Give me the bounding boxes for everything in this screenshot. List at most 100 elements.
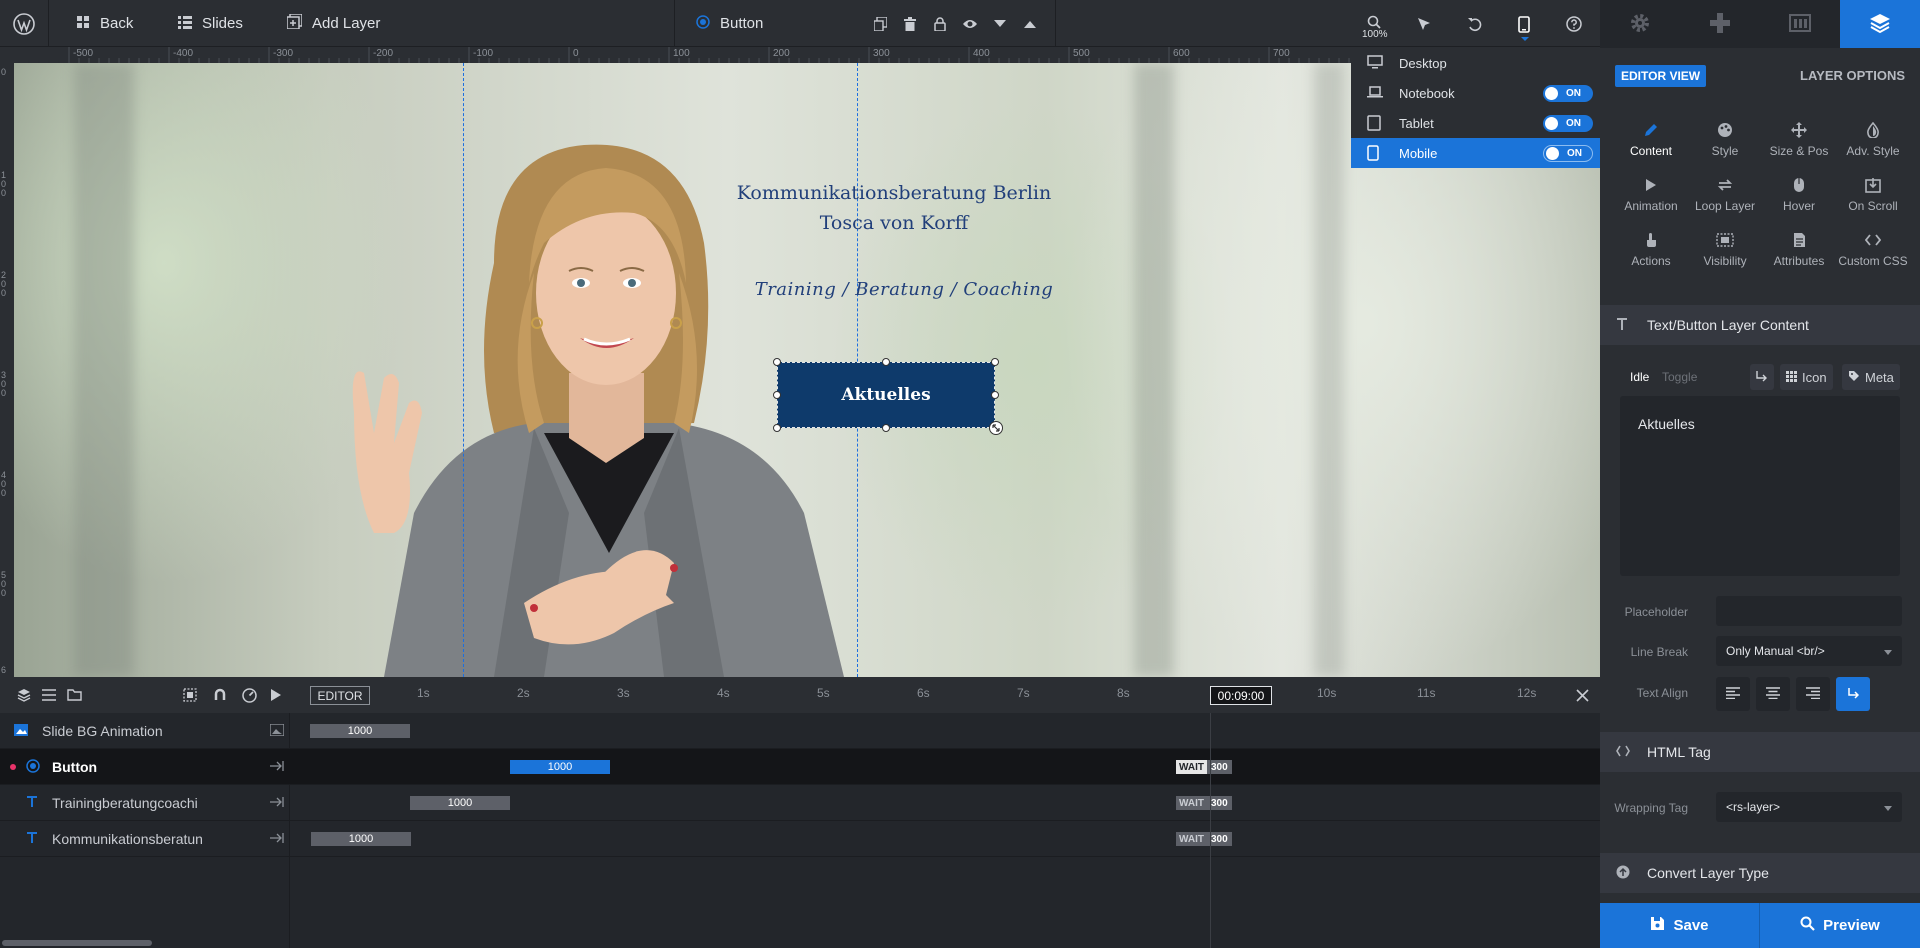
playhead-time[interactable]: 00:09:00 bbox=[1210, 686, 1272, 705]
wrapping-tag-select[interactable]: <rs-layer> bbox=[1716, 792, 1902, 822]
resize-handle[interactable] bbox=[991, 391, 999, 399]
animation-bar[interactable]: 1000 bbox=[510, 760, 610, 774]
resize-handle[interactable] bbox=[773, 424, 781, 432]
option-visibility[interactable]: Visibility bbox=[1688, 230, 1762, 280]
selected-layer[interactable]: Button bbox=[696, 0, 763, 47]
playhead-line[interactable] bbox=[1210, 713, 1211, 948]
speed-icon[interactable] bbox=[237, 683, 261, 707]
tab-slide-library[interactable] bbox=[1760, 0, 1840, 48]
device-notebook[interactable]: Notebook ON bbox=[1351, 78, 1600, 108]
option-actions[interactable]: Actions bbox=[1614, 230, 1688, 280]
section-convert-layer-type[interactable]: Convert Layer Type bbox=[1600, 853, 1920, 893]
tab-navigation[interactable] bbox=[1680, 0, 1760, 48]
folder-icon[interactable] bbox=[62, 683, 86, 707]
resize-handle[interactable] bbox=[773, 358, 781, 366]
layers-icon[interactable] bbox=[12, 683, 36, 707]
option-style[interactable]: Style bbox=[1688, 120, 1762, 170]
option-content[interactable]: Content bbox=[1614, 120, 1688, 170]
slides-button[interactable]: Slides bbox=[178, 0, 243, 47]
end-arrow-icon[interactable] bbox=[270, 831, 284, 847]
meta-button[interactable]: Meta bbox=[1842, 364, 1900, 390]
end-arrow-icon[interactable] bbox=[270, 759, 284, 775]
convert-icon bbox=[1616, 865, 1630, 882]
option-size-pos[interactable]: Size & Pos bbox=[1762, 120, 1836, 170]
headline-text-layer[interactable]: Kommunikationsberatung Berlin Tosca von … bbox=[714, 178, 1074, 238]
timeline-row-button[interactable]: Button 1000 WAIT 300 bbox=[0, 749, 1600, 785]
end-arrow-icon[interactable] bbox=[270, 795, 284, 811]
editor-label[interactable]: EDITOR bbox=[310, 686, 370, 705]
wait-marker[interactable]: WAIT 300 bbox=[1176, 796, 1232, 810]
line-break-select[interactable]: Only Manual <br/> bbox=[1716, 636, 1902, 666]
mobile-toggle[interactable]: ON bbox=[1543, 145, 1593, 162]
resize-handle[interactable] bbox=[882, 424, 890, 432]
time-tick: 1s bbox=[417, 686, 430, 700]
tab-settings[interactable] bbox=[1600, 0, 1680, 48]
option-hover[interactable]: Hover bbox=[1762, 175, 1836, 225]
resize-corner-icon[interactable] bbox=[989, 421, 1003, 435]
placeholder-input[interactable] bbox=[1716, 596, 1902, 626]
wait-marker[interactable]: WAIT 300 bbox=[1176, 832, 1232, 846]
option-animation[interactable]: Animation bbox=[1614, 175, 1688, 225]
cursor-icon[interactable] bbox=[1412, 12, 1436, 36]
option-on-scroll[interactable]: On Scroll bbox=[1836, 175, 1910, 225]
notebook-toggle[interactable]: ON bbox=[1543, 85, 1593, 102]
resize-handle[interactable] bbox=[882, 358, 890, 366]
help-icon[interactable] bbox=[1562, 12, 1586, 36]
tagline-text-layer[interactable]: Training / Beratung / Coaching bbox=[754, 279, 1054, 300]
animation-bar[interactable]: 1000 bbox=[311, 832, 411, 846]
resize-handle[interactable] bbox=[773, 391, 781, 399]
align-left-button[interactable] bbox=[1716, 677, 1750, 711]
save-button[interactable]: Save bbox=[1600, 903, 1759, 948]
hand-icon bbox=[1614, 230, 1688, 250]
image-icon[interactable] bbox=[269, 723, 285, 739]
layer-name: Slide BG Animation bbox=[42, 723, 163, 739]
toggle-tab[interactable]: Toggle bbox=[1662, 370, 1697, 384]
lock-icon[interactable] bbox=[928, 12, 952, 36]
horizontal-scrollbar[interactable] bbox=[2, 940, 152, 946]
option-attributes[interactable]: Attributes bbox=[1762, 230, 1836, 280]
wait-marker[interactable]: WAIT 300 bbox=[1176, 760, 1232, 774]
animation-bar[interactable]: 1000 bbox=[410, 796, 510, 810]
wordpress-icon[interactable] bbox=[12, 12, 36, 36]
align-center-button[interactable] bbox=[1756, 677, 1790, 711]
play-icon[interactable] bbox=[264, 683, 288, 707]
add-layer-button[interactable]: Add Layer bbox=[286, 0, 380, 47]
section-html-tag[interactable]: HTML Tag bbox=[1600, 732, 1920, 772]
align-inherit-button[interactable] bbox=[1836, 677, 1870, 711]
arrow-down-icon[interactable] bbox=[988, 12, 1012, 36]
device-mobile[interactable]: Mobile ON bbox=[1351, 138, 1600, 168]
tablet-toggle[interactable]: ON bbox=[1543, 115, 1593, 132]
close-icon[interactable] bbox=[1570, 683, 1594, 707]
timeline-row-kommunikation[interactable]: Kommunikationsberatun 1000 WAIT 300 bbox=[0, 821, 1600, 857]
grid-select-icon[interactable] bbox=[178, 683, 202, 707]
layer-options-label[interactable]: LAYER OPTIONS bbox=[1800, 68, 1905, 83]
option-custom-css[interactable]: Custom CSS bbox=[1836, 230, 1910, 280]
eye-icon[interactable] bbox=[958, 12, 982, 36]
line-break-button[interactable] bbox=[1750, 364, 1774, 390]
undo-icon[interactable] bbox=[1462, 12, 1486, 36]
tab-layers[interactable] bbox=[1840, 0, 1920, 48]
editor-view-badge[interactable]: EDITOR VIEW bbox=[1615, 65, 1707, 87]
list-icon[interactable] bbox=[37, 683, 61, 707]
aktuelles-button-layer[interactable]: Aktuelles bbox=[777, 362, 995, 428]
mobile-device-icon[interactable] bbox=[1512, 12, 1536, 36]
option-loop-layer[interactable]: Loop Layer bbox=[1688, 175, 1762, 225]
arrow-up-icon[interactable] bbox=[1018, 12, 1042, 36]
layer-content-textarea[interactable]: Aktuelles bbox=[1620, 396, 1900, 576]
resize-handle[interactable] bbox=[991, 358, 999, 366]
magnet-icon[interactable] bbox=[208, 683, 232, 707]
idle-tab[interactable]: Idle bbox=[1630, 370, 1649, 384]
timeline-row-slide-bg[interactable]: Slide BG Animation 1000 bbox=[0, 713, 1600, 749]
align-right-button[interactable] bbox=[1796, 677, 1830, 711]
preview-button[interactable]: Preview bbox=[1760, 903, 1920, 948]
section-text-button-content[interactable]: Text/Button Layer Content bbox=[1600, 305, 1920, 345]
timeline-row-training[interactable]: Trainingberatungcoachi 1000 WAIT 300 bbox=[0, 785, 1600, 821]
back-button[interactable]: Back bbox=[76, 0, 133, 47]
animation-bar[interactable]: 1000 bbox=[310, 724, 410, 738]
option-adv-style[interactable]: Adv. Style bbox=[1836, 120, 1910, 170]
trash-icon[interactable] bbox=[898, 12, 922, 36]
duplicate-icon[interactable] bbox=[868, 12, 892, 36]
device-tablet[interactable]: Tablet ON bbox=[1351, 108, 1600, 138]
device-desktop[interactable]: Desktop bbox=[1351, 48, 1600, 78]
icon-button[interactable]: Icon bbox=[1780, 364, 1833, 390]
